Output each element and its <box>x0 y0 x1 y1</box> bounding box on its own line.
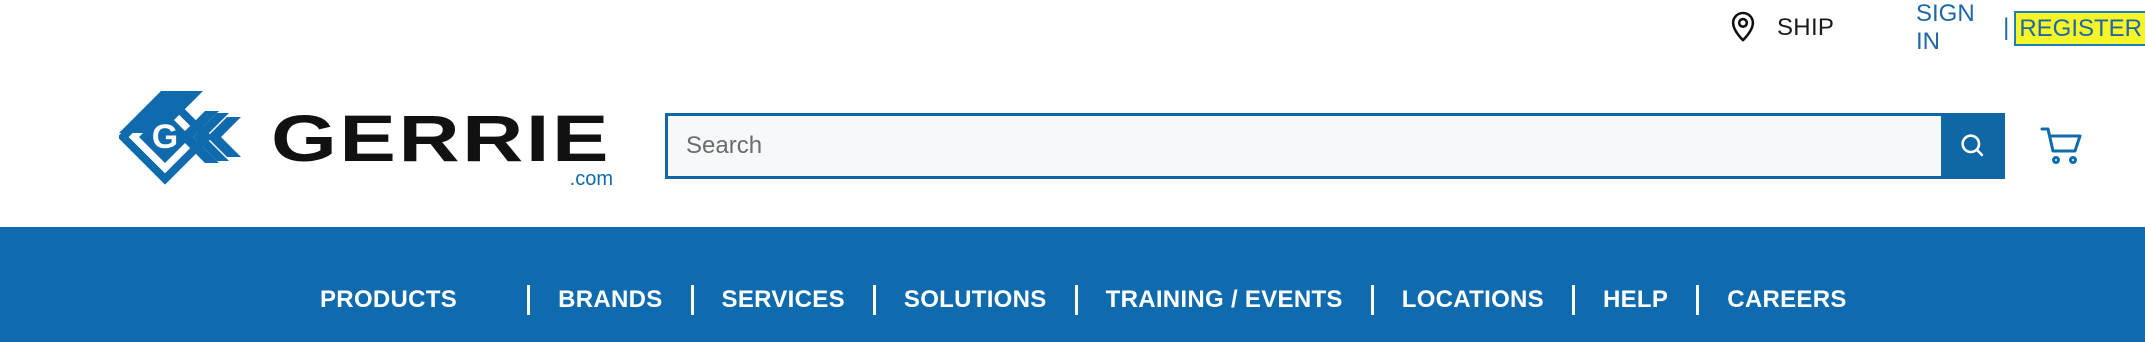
search-input[interactable] <box>668 116 1941 176</box>
nav-item-solutions[interactable]: SOLUTIONS <box>904 286 1047 314</box>
nav-divider <box>872 285 876 315</box>
nav-item-products[interactable]: PRODUCTS <box>320 286 457 314</box>
nav-divider <box>1696 285 1700 315</box>
nav-item-locations[interactable]: LOCATIONS <box>1402 286 1544 314</box>
nav-divider <box>1571 285 1575 315</box>
page: SHIP SIGN IN | REGISTER G GERRIE .com Se… <box>0 0 2145 342</box>
logo-mark-letter: G <box>152 118 178 156</box>
utility-bar: SHIP SIGN IN | REGISTER <box>0 0 2145 56</box>
logo-mark: G <box>117 89 241 185</box>
cart-button[interactable] <box>2040 126 2084 166</box>
register-link[interactable]: REGISTER <box>2014 10 2145 46</box>
nav-divider <box>1074 285 1078 315</box>
auth-separator: | <box>2003 14 2010 41</box>
search-bar <box>665 113 2005 179</box>
logo-wordmark: GERRIE <box>271 101 611 175</box>
logo-suffix: .com <box>570 168 613 187</box>
search-icon <box>1958 131 1986 162</box>
ship-label: SHIP <box>1777 14 1835 41</box>
main-nav-items: PRODUCTS BRANDS SERVICES SOLUTIONS TRAIN… <box>320 280 1847 320</box>
map-pin-icon <box>1726 9 1760 48</box>
auth-links: SIGN IN | REGISTER <box>1916 0 2145 55</box>
ship-location-button[interactable]: SHIP <box>1726 10 1834 46</box>
nav-divider <box>690 285 694 315</box>
main-nav: PRODUCTS BRANDS SERVICES SOLUTIONS TRAIN… <box>0 227 2145 342</box>
gerrie-logo[interactable]: G GERRIE .com <box>117 89 616 190</box>
search-button[interactable] <box>1941 116 2002 176</box>
nav-item-careers[interactable]: CAREERS <box>1727 286 1846 314</box>
nav-item-brands[interactable]: BRANDS <box>558 286 662 314</box>
nav-item-training-events[interactable]: TRAINING / EVENTS <box>1106 286 1343 314</box>
nav-divider <box>1370 285 1374 315</box>
nav-item-services[interactable]: SERVICES <box>722 286 845 314</box>
nav-item-help[interactable]: HELP <box>1603 286 1668 314</box>
sign-in-link[interactable]: SIGN IN <box>1916 0 1995 56</box>
cart-icon <box>2040 127 2084 170</box>
nav-divider <box>527 285 531 315</box>
